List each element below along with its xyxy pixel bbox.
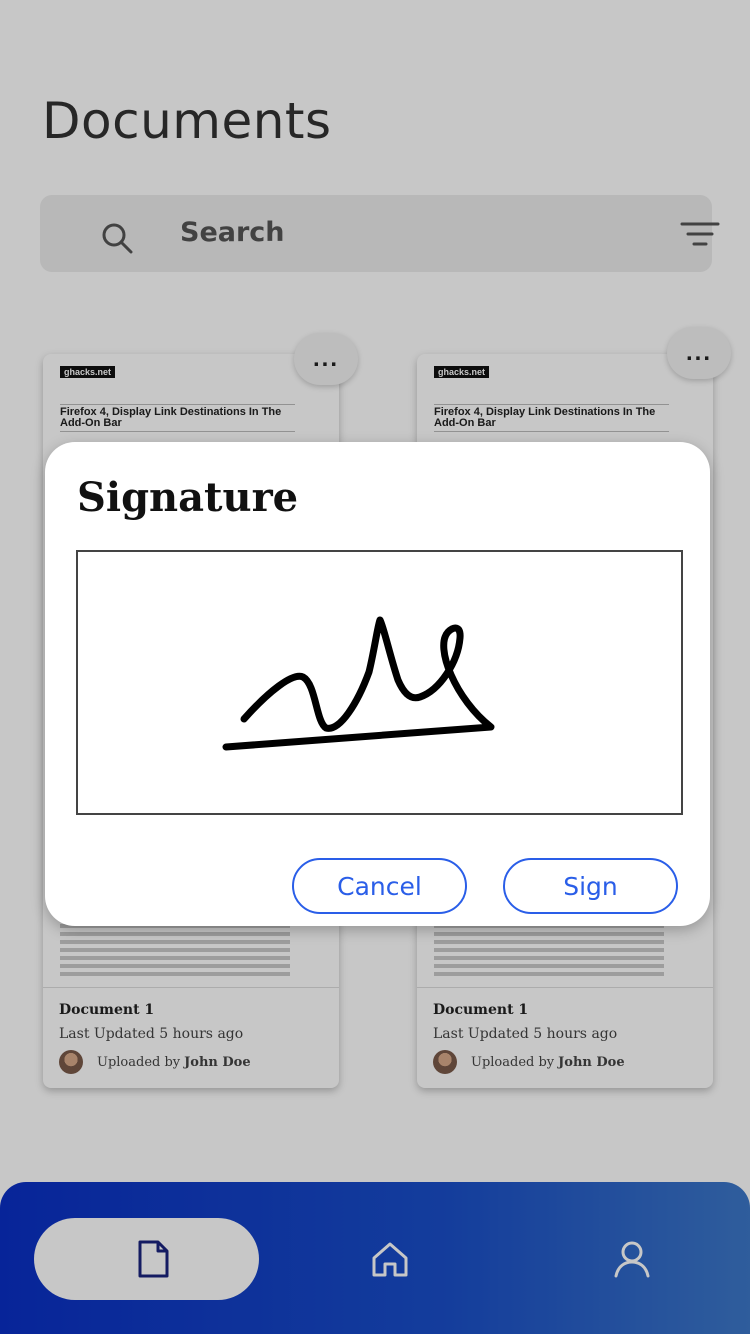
sign-button[interactable]: Sign bbox=[503, 858, 678, 914]
signature-stroke bbox=[222, 616, 495, 751]
cancel-button[interactable]: Cancel bbox=[292, 858, 467, 914]
signature-pad[interactable] bbox=[76, 550, 683, 815]
dialog-title: Signature bbox=[77, 474, 299, 521]
signature-dialog: Signature Cancel Sign bbox=[45, 442, 710, 926]
